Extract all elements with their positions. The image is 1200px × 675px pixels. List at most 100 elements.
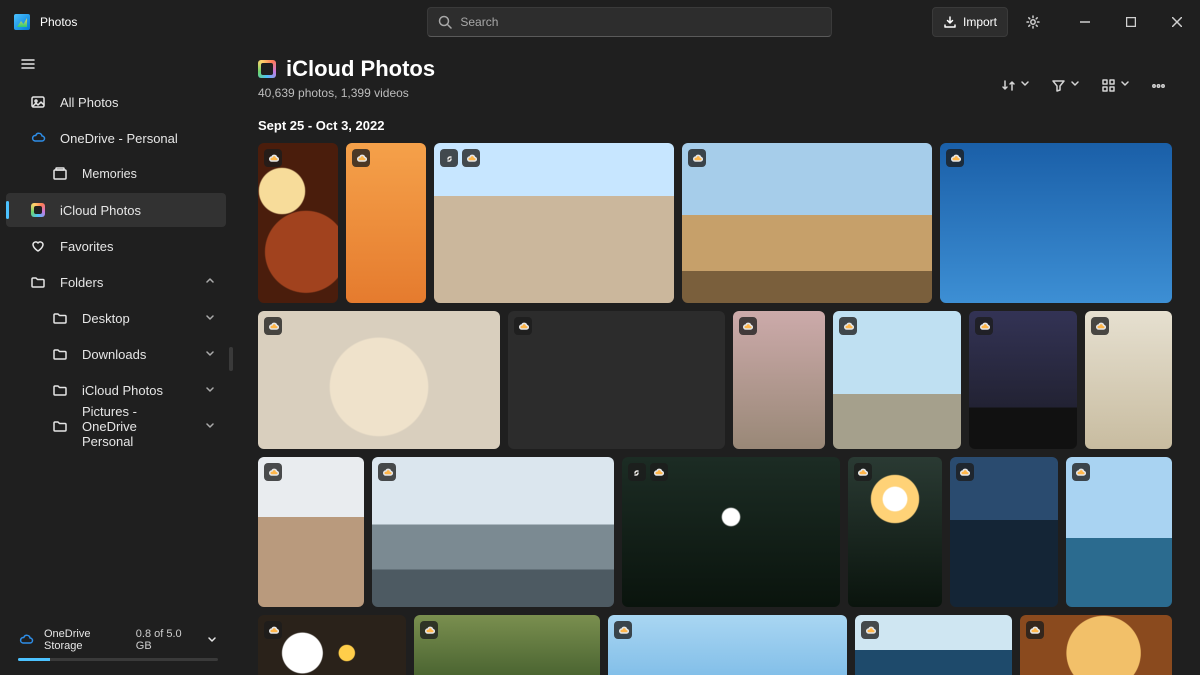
date-heading: Sept 25 - Oct 3, 2022 <box>258 118 1172 133</box>
photo-thumb[interactable] <box>258 311 500 449</box>
sidebar-folder-pictures-onedrive[interactable]: Pictures - OneDrive Personal <box>6 409 226 443</box>
sort-icon <box>1001 78 1016 93</box>
sidebar-item-favorites[interactable]: Favorites <box>6 229 226 263</box>
chevron-down-icon <box>204 311 216 326</box>
sidebar-item-folders[interactable]: Folders <box>6 265 226 299</box>
minimize-button[interactable] <box>1062 0 1108 44</box>
sidebar-folder-desktop[interactable]: Desktop <box>6 301 226 335</box>
filter-button[interactable] <box>1045 70 1091 100</box>
photo-thumb[interactable] <box>682 143 932 303</box>
cloud-badge-icon <box>462 149 480 167</box>
photo-thumb[interactable] <box>855 615 1011 675</box>
photo-thumb[interactable] <box>346 143 426 303</box>
grid-icon <box>1101 78 1116 93</box>
heart-icon <box>30 238 46 254</box>
onedrive-icon <box>30 130 46 146</box>
photo-thumb[interactable] <box>258 615 406 675</box>
sidebar-item-memories[interactable]: Memories <box>6 157 226 191</box>
sort-button[interactable] <box>995 70 1041 100</box>
photo-thumb[interactable] <box>833 311 961 449</box>
sidebar-folder-icloud-photos[interactable]: iCloud Photos <box>6 373 226 407</box>
cloud-badge-icon <box>264 463 282 481</box>
chevron-down-icon <box>1120 78 1135 93</box>
cloud-badge-icon <box>739 317 757 335</box>
photo-thumb[interactable] <box>372 457 614 607</box>
photos-icon <box>30 94 46 110</box>
more-button[interactable] <box>1145 70 1172 100</box>
import-button[interactable]: Import <box>932 7 1008 37</box>
cloud-badge-icon <box>956 463 974 481</box>
sidebar-label: iCloud Photos <box>60 203 141 218</box>
cloud-badge-icon <box>1091 317 1109 335</box>
photo-thumb[interactable] <box>950 457 1058 607</box>
import-label: Import <box>963 15 997 29</box>
sidebar-footer: OneDrive Storage 0.8 of 5.0 GB <box>0 618 232 675</box>
cloud-badge-icon <box>264 149 282 167</box>
sidebar-label: Folders <box>60 275 103 290</box>
photo-thumb[interactable] <box>508 311 725 449</box>
photo-thumb[interactable] <box>1066 457 1172 607</box>
photo-thumb[interactable] <box>733 311 826 449</box>
folder-icon <box>30 274 46 290</box>
photo-thumb[interactable] <box>414 615 600 675</box>
folder-icon <box>52 310 68 326</box>
photo-thumb[interactable] <box>940 143 1172 303</box>
storage-row[interactable]: OneDrive Storage 0.8 of 5.0 GB <box>18 628 218 652</box>
app-body: All Photos OneDrive - Personal Memories … <box>0 44 1200 675</box>
cloud-badge-icon <box>614 621 632 639</box>
cloud-badge-icon <box>352 149 370 167</box>
cloud-badge-icon <box>378 463 396 481</box>
photo-thumb[interactable] <box>969 311 1077 449</box>
photo-thumb[interactable] <box>622 457 840 607</box>
chevron-down-icon <box>204 347 216 362</box>
sidebar-label: Favorites <box>60 239 113 254</box>
cloud-badge-icon <box>1026 621 1044 639</box>
page-title: iCloud Photos <box>258 56 435 82</box>
hamburger-icon <box>20 56 36 72</box>
grid-row <box>258 457 1172 607</box>
sidebar-label: Memories <box>82 167 137 181</box>
storage-label: OneDrive Storage <box>44 628 126 652</box>
chevron-up-icon <box>204 275 216 290</box>
cloud-badge-icon <box>975 317 993 335</box>
cloud-badge-icon <box>420 621 438 639</box>
sidebar-label: Desktop <box>82 311 130 326</box>
cloud-badge-icon <box>1072 463 1090 481</box>
search-input[interactable]: Search <box>427 7 832 37</box>
sidebar-folder-downloads[interactable]: Downloads <box>6 337 226 371</box>
folder-icon <box>52 418 68 434</box>
chevron-down-icon <box>204 419 216 434</box>
sidebar-item-onedrive[interactable]: OneDrive - Personal <box>6 121 226 155</box>
nav-toggle-button[interactable] <box>12 48 44 80</box>
sidebar: All Photos OneDrive - Personal Memories … <box>0 44 232 675</box>
app-icon <box>14 14 30 30</box>
cloud-badge-icon <box>861 621 879 639</box>
photo-thumb[interactable] <box>258 457 364 607</box>
icloud-icon <box>30 202 46 218</box>
page-subtitle: 40,639 photos, 1,399 videos <box>258 86 435 100</box>
maximize-button[interactable] <box>1108 0 1154 44</box>
photo-thumb[interactable] <box>608 615 847 675</box>
sidebar-item-all-photos[interactable]: All Photos <box>6 85 226 119</box>
sidebar-label: OneDrive - Personal <box>60 131 178 146</box>
import-icon <box>943 15 957 29</box>
photo-thumb[interactable] <box>434 143 674 303</box>
photo-thumb[interactable] <box>258 143 338 303</box>
sidebar-resize-handle[interactable] <box>229 347 233 371</box>
link-badge-icon <box>628 463 646 481</box>
icloud-icon <box>258 60 276 78</box>
photo-thumb[interactable] <box>1020 615 1172 675</box>
chevron-down-icon <box>206 633 218 648</box>
photo-thumb[interactable] <box>1085 311 1172 449</box>
chevron-down-icon <box>204 383 216 398</box>
sidebar-item-icloud-photos[interactable]: iCloud Photos <box>6 193 226 227</box>
view-button[interactable] <box>1095 70 1141 100</box>
cloud-badge-icon <box>688 149 706 167</box>
photo-thumb[interactable] <box>848 457 942 607</box>
settings-button[interactable] <box>1014 7 1052 37</box>
close-button[interactable] <box>1154 0 1200 44</box>
cloud-badge-icon <box>514 317 532 335</box>
search-placeholder: Search <box>460 15 498 29</box>
header-tools <box>995 70 1172 100</box>
title-bar: Photos Search Import <box>0 0 1200 44</box>
